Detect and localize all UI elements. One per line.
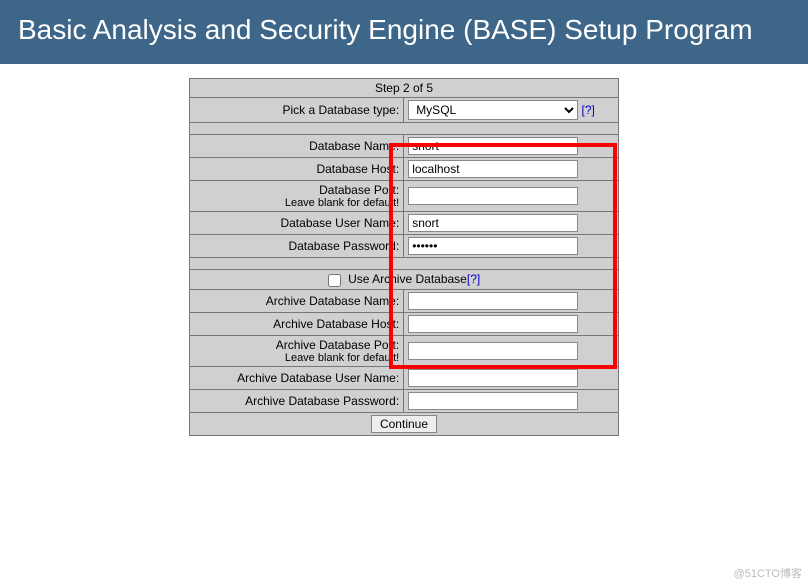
db-port-input[interactable] xyxy=(408,187,578,205)
db-password-label: Database Password: xyxy=(190,235,404,258)
db-user-input[interactable] xyxy=(408,214,578,232)
page-title: Basic Analysis and Security Engine (BASE… xyxy=(18,14,753,45)
db-host-label: Database Host: xyxy=(190,158,404,181)
archive-host-label: Archive Database Host: xyxy=(190,312,404,335)
archive-name-label: Archive Database Name: xyxy=(190,289,404,312)
archive-port-label: Archive Database Port: Leave blank for d… xyxy=(190,335,404,366)
archive-name-input[interactable] xyxy=(408,292,578,310)
db-user-label: Database User Name: xyxy=(190,212,404,235)
archive-host-input[interactable] xyxy=(408,315,578,333)
archive-user-label: Archive Database User Name: xyxy=(190,366,404,389)
setup-table: Step 2 of 5 Pick a Database type: MySQL … xyxy=(189,78,619,435)
db-name-label: Database Name: xyxy=(190,135,404,158)
archive-help[interactable]: [?] xyxy=(467,272,480,286)
form-container: Step 2 of 5 Pick a Database type: MySQL … xyxy=(0,78,808,435)
use-archive-checkbox[interactable] xyxy=(328,274,341,287)
archive-password-input[interactable] xyxy=(408,392,578,410)
db-type-help[interactable]: [?] xyxy=(582,103,595,117)
spacer-row xyxy=(190,123,619,135)
page-header: Basic Analysis and Security Engine (BASE… xyxy=(0,0,808,64)
db-port-label: Database Port: Leave blank for default! xyxy=(190,181,404,212)
archive-header: Use Archive Database[?] xyxy=(190,270,619,289)
db-type-select[interactable]: MySQL xyxy=(408,100,578,120)
archive-password-label: Archive Database Password: xyxy=(190,389,404,412)
archive-user-input[interactable] xyxy=(408,369,578,387)
archive-port-input[interactable] xyxy=(408,342,578,360)
use-archive-label: Use Archive Database xyxy=(348,272,467,286)
db-name-input[interactable] xyxy=(408,137,578,155)
spacer-row-2 xyxy=(190,258,619,270)
step-title: Step 2 of 5 xyxy=(190,79,619,98)
continue-button[interactable]: Continue xyxy=(371,415,437,433)
db-host-input[interactable] xyxy=(408,160,578,178)
db-type-label: Pick a Database type: xyxy=(190,98,404,123)
watermark: @51CTO博客 xyxy=(734,565,802,581)
db-password-input[interactable] xyxy=(408,237,578,255)
